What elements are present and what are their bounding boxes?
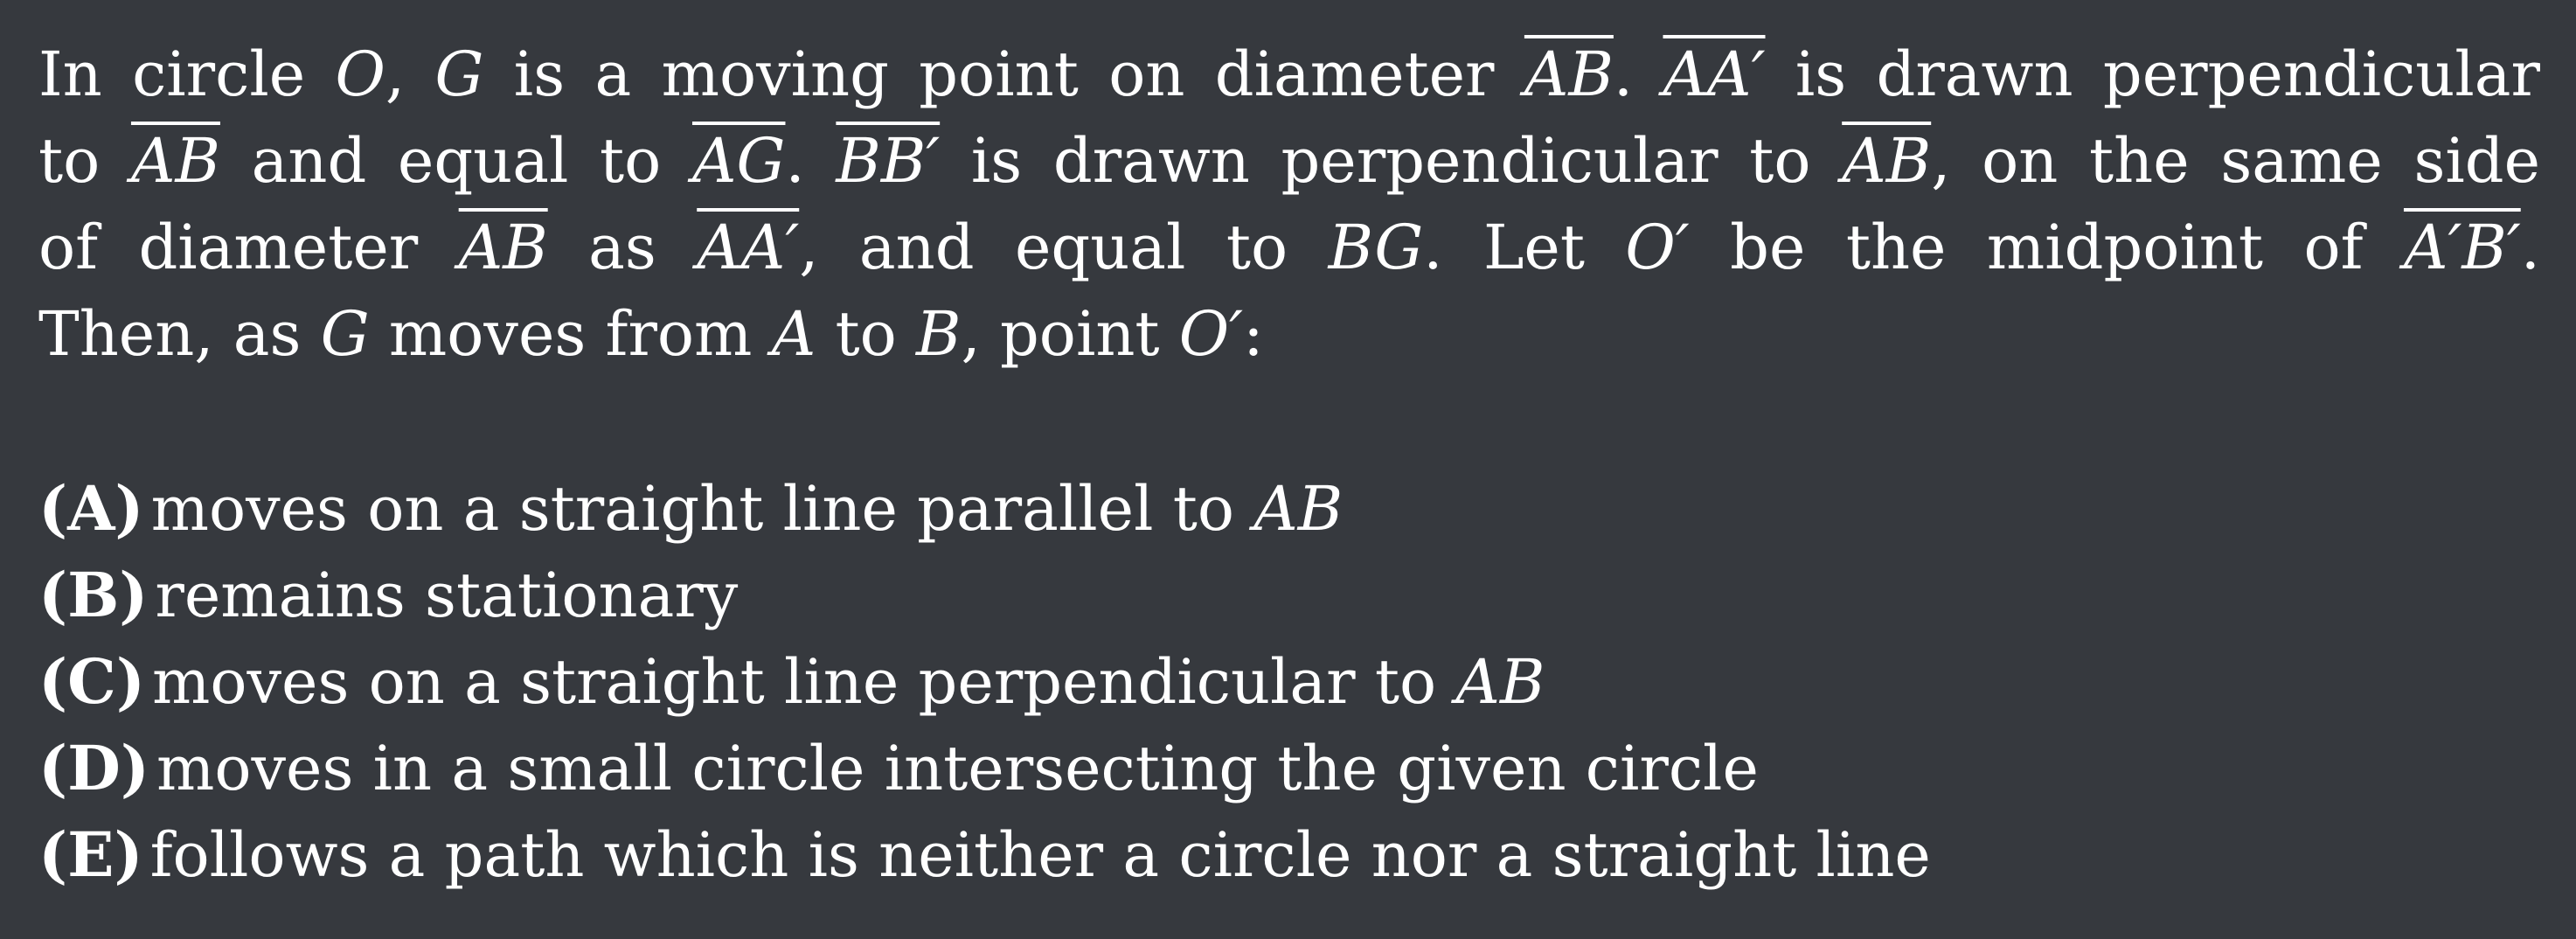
stem-text: be the midpoint of [1689, 212, 2404, 283]
choice-text: moves on a straight line parallel to [150, 473, 1254, 545]
choice-text: follows a path which is neither a circle… [149, 819, 1931, 891]
stem-text: Then, as [38, 298, 321, 370]
math-o-prime: O′ [1178, 298, 1244, 370]
stem-text: . [2520, 212, 2540, 283]
segment-aa-prime: AA′ [697, 212, 800, 283]
math-g: G [434, 38, 484, 110]
segment-ab: AB [1842, 125, 1932, 197]
choice-letter: (A) [38, 472, 144, 545]
choice-math: AB [1253, 473, 1344, 545]
segment-ab: AB [130, 125, 220, 197]
stem-text: and equal to [219, 125, 692, 197]
math-g: G [320, 298, 370, 370]
problem: In circle O, G is a moving point on diam… [38, 31, 2540, 898]
math-bg: BG [1328, 212, 1424, 283]
segment-aa-prime: AA′ [1663, 38, 1766, 110]
segment-a-prime-b-prime: A′B′ [2403, 212, 2521, 283]
choice-e[interactable]: (E) follows a path which is neither a cir… [38, 811, 2540, 898]
stem-line-4: Then, as G moves from A to B, point O′: [38, 291, 2540, 378]
math-b: B [916, 298, 962, 370]
stem-text: , [385, 38, 435, 110]
stem-text: : [1243, 298, 1264, 370]
choice-letter: (B) [38, 559, 149, 631]
choice-d[interactable]: (D) moves in a small circle intersecting … [38, 725, 2540, 811]
math-o-prime: O′ [1625, 212, 1690, 283]
choice-letter: (C) [38, 645, 145, 718]
choice-math: AB [1455, 646, 1545, 718]
stem-line-3: of diameter AB as AA′, and equal to BG. … [38, 205, 2540, 291]
answer-choices: (A) moves on a straight line parallel to … [38, 465, 2540, 898]
math-a: A [771, 298, 816, 370]
stem-text: . Let [1423, 212, 1626, 283]
stem-text: . [1613, 38, 1663, 110]
stem-text: moves from [369, 298, 772, 370]
segment-ag: AG [691, 125, 786, 197]
choice-letter: (D) [38, 732, 149, 804]
choice-b[interactable]: (B) remains stationary [38, 552, 2540, 638]
stem-text: to [816, 298, 917, 370]
choice-a[interactable]: (A) moves on a straight line parallel to … [38, 465, 2540, 552]
math-o: O [335, 38, 385, 110]
stem-text: is a moving point on diameter [483, 38, 1524, 110]
segment-ab: AB [1524, 38, 1614, 110]
stem-text: is drawn perpendicular [1765, 38, 2540, 110]
problem-stem: In circle O, G is a moving point on diam… [38, 31, 2540, 378]
stem-text: as [547, 212, 698, 283]
stem-text: , point [961, 298, 1179, 370]
stem-text: In circle [38, 38, 336, 110]
choice-letter: (E) [38, 818, 143, 891]
choice-c[interactable]: (C) moves on a straight line perpendicula… [38, 638, 2540, 725]
segment-ab: AB [458, 212, 548, 283]
stem-text: , and equal to [799, 212, 1329, 283]
choice-text: remains stationary [155, 560, 739, 631]
stem-line-1: In circle O, G is a moving point on diam… [38, 31, 2540, 118]
stem-text: , on the same side [1931, 125, 2541, 197]
stem-line-2: to AB and equal to AG. BB′ is drawn perp… [38, 118, 2540, 205]
stem-text: is drawn perpendicular to [940, 125, 1843, 197]
stem-text: of diameter [38, 212, 459, 283]
segment-bb-prime: BB′ [836, 125, 941, 197]
choice-text: moves on a straight line perpendicular t… [151, 646, 1456, 718]
stem-text: to [38, 125, 131, 197]
choice-text: moves in a small circle intersecting the… [156, 733, 1759, 804]
stem-text: . [785, 125, 837, 197]
